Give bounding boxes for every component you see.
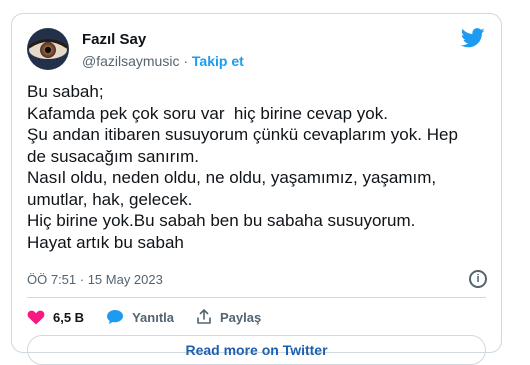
reply-button[interactable]: Yanıtla xyxy=(106,309,174,325)
tweet-card: Fazıl Say @fazilsaymusic · Takip et Bu s… xyxy=(11,13,502,365)
tweet-line: umutlar, hak, gelecek. xyxy=(27,189,193,209)
tweet-line: Hiç birine yok.Bu sabah ben bu sabaha su… xyxy=(27,211,416,230)
like-count: 6,5 B xyxy=(53,309,85,325)
reply-label: Yanıtla xyxy=(132,309,174,325)
reply-bubble-icon xyxy=(107,310,124,324)
tweet-line: Hayat artık bu sabah xyxy=(27,232,184,252)
read-more-button[interactable]: Read more on Twitter xyxy=(27,335,486,365)
separator: · xyxy=(183,53,189,69)
tweet-line: de susacağım sanırım. xyxy=(27,146,199,166)
heart-icon xyxy=(27,310,45,325)
share-icon xyxy=(197,309,211,324)
info-icon[interactable]: i xyxy=(469,270,487,288)
tweet-line: Şu andan itibaren susuyorum çünkü cevapl… xyxy=(27,125,458,144)
tweet-text: Bu sabah; Kafamda pek çok soru var hiç b… xyxy=(27,81,497,253)
action-bar: 6,5 B Yanıtla Paylaş xyxy=(27,307,283,327)
tweet-line: Nasıl oldu, neden oldu, ne oldu, yaşamım… xyxy=(27,168,437,187)
share-button[interactable]: Paylaş xyxy=(196,309,261,325)
tweet-line: Kafamda pek çok soru var hiç birine ceva… xyxy=(27,103,388,123)
divider xyxy=(27,297,486,298)
follow-button[interactable]: Takip et xyxy=(192,53,244,69)
like-button[interactable]: 6,5 B xyxy=(27,309,84,325)
share-label: Paylaş xyxy=(220,309,262,325)
twitter-bird-icon[interactable] xyxy=(461,28,485,48)
tweet-timestamp[interactable]: ÖÖ 7:51 · 15 May 2023 xyxy=(27,272,163,287)
avatar[interactable] xyxy=(27,28,69,70)
tweet-line: Bu sabah; xyxy=(27,82,104,101)
author-name[interactable]: Fazıl Say xyxy=(82,31,146,48)
author-handle[interactable]: @fazilsaymusic xyxy=(82,53,179,69)
author-handle-row: @fazilsaymusic · Takip et xyxy=(82,53,244,69)
